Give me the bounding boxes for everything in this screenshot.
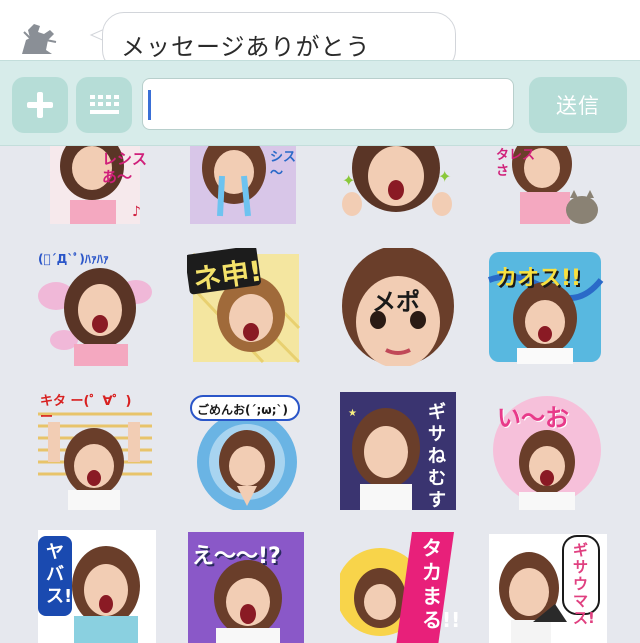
sticker-item[interactable]: タレス さ — [490, 146, 608, 224]
plus-icon — [27, 92, 53, 118]
add-button[interactable] — [12, 77, 68, 133]
sticker-grid: ♪ レシス あ〜 シス 〜 ✦ ✦ タレス さ (ﾟ´Д`ﾟ)ﾊｧﾊｧ ネ申! … — [0, 146, 640, 643]
svg-text:★: ★ — [348, 408, 357, 419]
sticker-caption: タカまる!! — [422, 536, 458, 632]
sticker-caption: レシス あ〜 — [102, 150, 148, 186]
sticker-caption: え〜〜!? — [192, 544, 281, 569]
sticker-item[interactable]: ★ ★ ギサねむす — [340, 392, 458, 510]
sticker-caption: ギサウマス! — [573, 541, 595, 627]
avatar[interactable] — [16, 18, 60, 58]
sticker-item[interactable]: (ﾟ´Д`ﾟ)ﾊｧﾊｧ — [36, 248, 154, 366]
keyboard-button[interactable] — [76, 77, 132, 133]
svg-text:♪: ♪ — [132, 204, 141, 220]
sticker-item[interactable]: ♪ レシス あ〜 — [40, 146, 158, 224]
sticker-caption: い〜お — [497, 404, 569, 432]
sticker-item[interactable]: ✦ ✦ — [338, 146, 456, 224]
sticker-caption: カオス!! — [495, 266, 582, 291]
message-text: メッセージありがとう — [121, 33, 371, 61]
chat-area: メッセージありがとう — [0, 0, 640, 72]
sticker-caption: シス 〜 — [270, 150, 297, 181]
sticker-item[interactable]: い〜お — [489, 392, 607, 510]
sticker-item[interactable]: キタ ー(゜∀゜)ー — [36, 392, 154, 510]
sticker-caption: (ﾟ´Д`ﾟ)ﾊｧﾊｧ — [38, 252, 109, 266]
keyboard-icon — [90, 95, 119, 114]
send-button[interactable]: 送信 — [529, 77, 627, 133]
text-caret — [148, 90, 151, 120]
sticker-item[interactable]: ヤバス! — [38, 530, 156, 643]
sticker-item[interactable]: シス 〜 — [186, 146, 304, 224]
svg-text:✦: ✦ — [438, 167, 451, 186]
sticker-caption: タレス さ — [496, 148, 536, 179]
svg-text:✦: ✦ — [342, 171, 355, 190]
sticker-item[interactable]: ネ申! — [187, 248, 305, 366]
sticker-item[interactable]: ギサウマス! — [489, 534, 607, 643]
sticker-item[interactable]: え〜〜!? — [188, 532, 306, 643]
message-toolbar: 送信 — [0, 60, 640, 146]
sticker-item[interactable]: メポ — [338, 248, 456, 366]
sticker-item[interactable]: ごめんお(´;ω;`) — [187, 392, 305, 510]
sticker-caption: ギサねむす — [428, 402, 446, 510]
sticker-item[interactable]: タカまる!! — [340, 532, 458, 643]
message-input[interactable] — [142, 78, 514, 130]
sticker-caption: メポ — [372, 288, 420, 316]
sticker-caption: キタ ー(゜∀゜)ー — [40, 394, 132, 425]
sticker-item[interactable]: カオス!! — [487, 250, 605, 364]
sticker-caption: ごめんお(´;ω;`) — [197, 403, 288, 417]
sticker-caption: ヤバス! — [46, 542, 73, 607]
